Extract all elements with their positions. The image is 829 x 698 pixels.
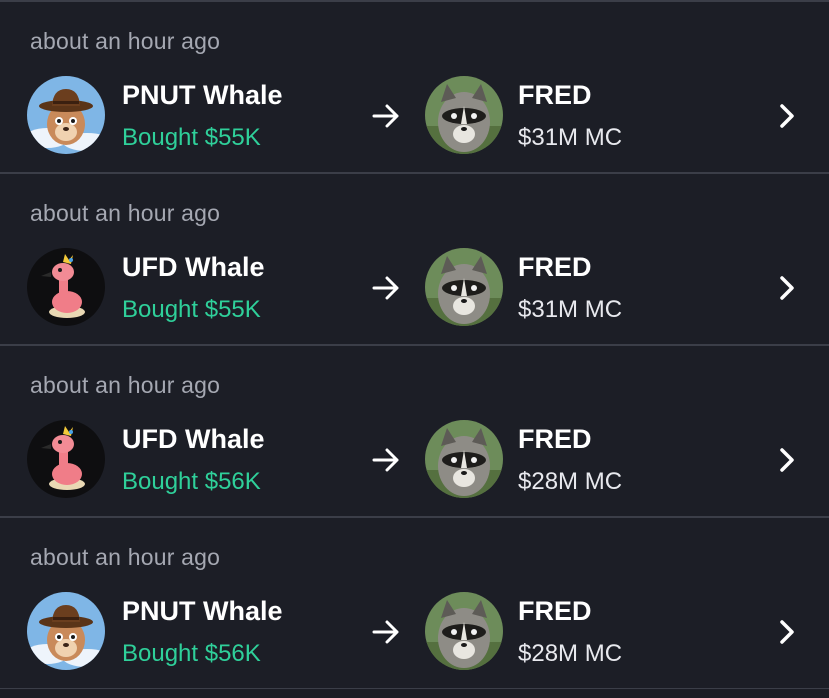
token-name: FRED bbox=[518, 596, 592, 626]
buy-amount: Bought $55K bbox=[122, 124, 261, 151]
market-cap: $31M MC bbox=[518, 296, 623, 323]
arrow-right-icon bbox=[372, 104, 399, 128]
pnut-squirrel-cowboy-icon bbox=[27, 592, 105, 670]
bottom-edge bbox=[0, 689, 829, 698]
trade-row[interactable]: about an hour ago PNUT Whale Bought $56K bbox=[0, 518, 829, 690]
token-name: FRED bbox=[518, 424, 592, 454]
chevron-right-icon[interactable] bbox=[776, 102, 798, 130]
market-cap: $28M MC bbox=[518, 640, 623, 667]
chevron-right-icon[interactable] bbox=[776, 618, 798, 646]
trade-row[interactable]: about an hour ago UFD Whale Bought $55K bbox=[0, 174, 829, 346]
token-name: FRED bbox=[518, 252, 592, 282]
ufd-pink-flamingo-icon bbox=[27, 420, 105, 498]
trade-feed: about an hour ago PNUT Whale Bought $55K bbox=[0, 2, 829, 690]
token-name: FRED bbox=[518, 80, 592, 110]
market-cap: $31M MC bbox=[518, 124, 623, 151]
raccoon-icon bbox=[425, 420, 503, 498]
raccoon-icon bbox=[425, 76, 503, 154]
buy-amount: Bought $56K bbox=[122, 468, 261, 495]
trade-row[interactable]: about an hour ago PNUT Whale Bought $55K bbox=[0, 2, 829, 174]
arrow-right-icon bbox=[372, 448, 399, 472]
trader-name: PNUT Whale bbox=[122, 596, 283, 626]
trader-name: UFD Whale bbox=[122, 424, 265, 454]
market-cap: $28M MC bbox=[518, 468, 623, 495]
chevron-right-icon[interactable] bbox=[776, 274, 798, 302]
trade-time: about an hour ago bbox=[30, 28, 221, 54]
trader-name: PNUT Whale bbox=[122, 80, 283, 110]
arrow-right-icon bbox=[372, 276, 399, 300]
trade-time: about an hour ago bbox=[30, 544, 221, 570]
raccoon-icon bbox=[425, 248, 503, 326]
trade-row[interactable]: about an hour ago UFD Whale Bought $56K bbox=[0, 346, 829, 518]
trade-time: about an hour ago bbox=[30, 200, 221, 226]
arrow-right-icon bbox=[372, 620, 399, 644]
pnut-squirrel-cowboy-icon bbox=[27, 76, 105, 154]
chevron-right-icon[interactable] bbox=[776, 446, 798, 474]
raccoon-icon bbox=[425, 592, 503, 670]
trade-time: about an hour ago bbox=[30, 372, 221, 398]
buy-amount: Bought $55K bbox=[122, 296, 261, 323]
trader-name: UFD Whale bbox=[122, 252, 265, 282]
ufd-pink-flamingo-icon bbox=[27, 248, 105, 326]
buy-amount: Bought $56K bbox=[122, 640, 261, 667]
